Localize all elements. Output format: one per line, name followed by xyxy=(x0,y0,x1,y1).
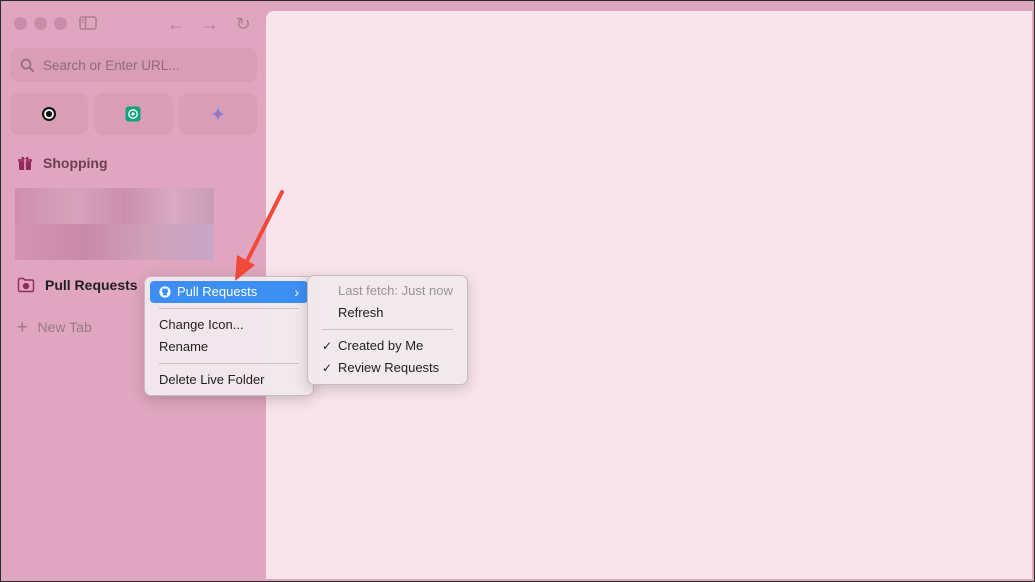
chatgpt-logo-icon xyxy=(125,106,141,122)
menu-item-refresh[interactable]: Refresh xyxy=(313,302,462,324)
pinned-tab-1[interactable] xyxy=(10,93,89,135)
minimize-window-button[interactable] xyxy=(34,17,47,30)
live-folder-icon xyxy=(17,277,35,293)
sidebar-item-shopping[interactable]: Shopping xyxy=(17,155,108,171)
menu-item-label: Refresh xyxy=(338,305,384,320)
search-icon xyxy=(20,58,34,72)
close-window-button[interactable] xyxy=(14,17,27,30)
chevron-right-icon: › xyxy=(294,284,299,300)
gift-icon xyxy=(18,156,32,170)
ring-logo-icon xyxy=(42,107,57,121)
checkmark-icon: ✓ xyxy=(322,361,333,375)
menu-separator xyxy=(322,329,453,330)
menu-separator xyxy=(159,308,299,309)
menu-item-change-icon[interactable]: Change Icon... xyxy=(150,314,308,336)
blurred-tabs xyxy=(15,188,214,260)
pinned-tab-2[interactable] xyxy=(94,93,173,135)
menu-item-delete-live-folder[interactable]: Delete Live Folder xyxy=(150,369,308,391)
reload-icon[interactable]: ↻ xyxy=(232,13,254,35)
url-bar[interactable]: Search or Enter URL... xyxy=(10,48,257,82)
context-menu: Pull Requests › Change Icon... Rename De… xyxy=(144,276,314,396)
back-arrow-icon[interactable]: ← xyxy=(165,13,187,35)
pinned-tabs xyxy=(10,93,257,135)
browser-window: ← → ↻ Search or Enter URL... Shopping Pu… xyxy=(0,0,1035,582)
pull-requests-submenu: Last fetch: Just now Refresh ✓ Created by… xyxy=(307,275,468,385)
url-placeholder: Search or Enter URL... xyxy=(43,57,180,73)
sidebar-item-label: Pull Requests xyxy=(45,277,138,293)
sparkle-icon xyxy=(210,107,225,121)
menu-item-pull-requests[interactable]: Pull Requests › xyxy=(150,281,308,303)
menu-separator xyxy=(159,363,299,364)
new-tab-label: New Tab xyxy=(37,319,92,335)
pinned-tab-3[interactable] xyxy=(178,93,257,135)
menu-item-rename[interactable]: Rename xyxy=(150,336,308,358)
new-tab-button[interactable]: + New Tab xyxy=(17,317,92,337)
zoom-window-button[interactable] xyxy=(54,17,67,30)
plus-icon: + xyxy=(17,317,28,337)
menu-item-label: Pull Requests xyxy=(177,284,258,299)
checkmark-icon: ✓ xyxy=(322,339,333,353)
status-text: Last fetch: Just now xyxy=(338,283,453,298)
menu-item-created-by-me[interactable]: ✓ Created by Me xyxy=(313,335,462,357)
sidebar-toggle-icon[interactable] xyxy=(78,13,100,35)
menu-item-label: Created by Me xyxy=(338,338,424,353)
github-icon xyxy=(159,286,171,298)
forward-arrow-icon[interactable]: → xyxy=(199,13,221,35)
menu-item-review-requests[interactable]: ✓ Review Requests xyxy=(313,357,462,379)
annotation-arrow-icon xyxy=(235,190,284,281)
sidebar-item-label: Shopping xyxy=(43,155,108,171)
menu-item-label: Review Requests xyxy=(338,360,440,375)
last-fetch-status: Last fetch: Just now xyxy=(313,280,462,302)
sidebar-item-pull-requests[interactable]: Pull Requests xyxy=(17,277,138,293)
